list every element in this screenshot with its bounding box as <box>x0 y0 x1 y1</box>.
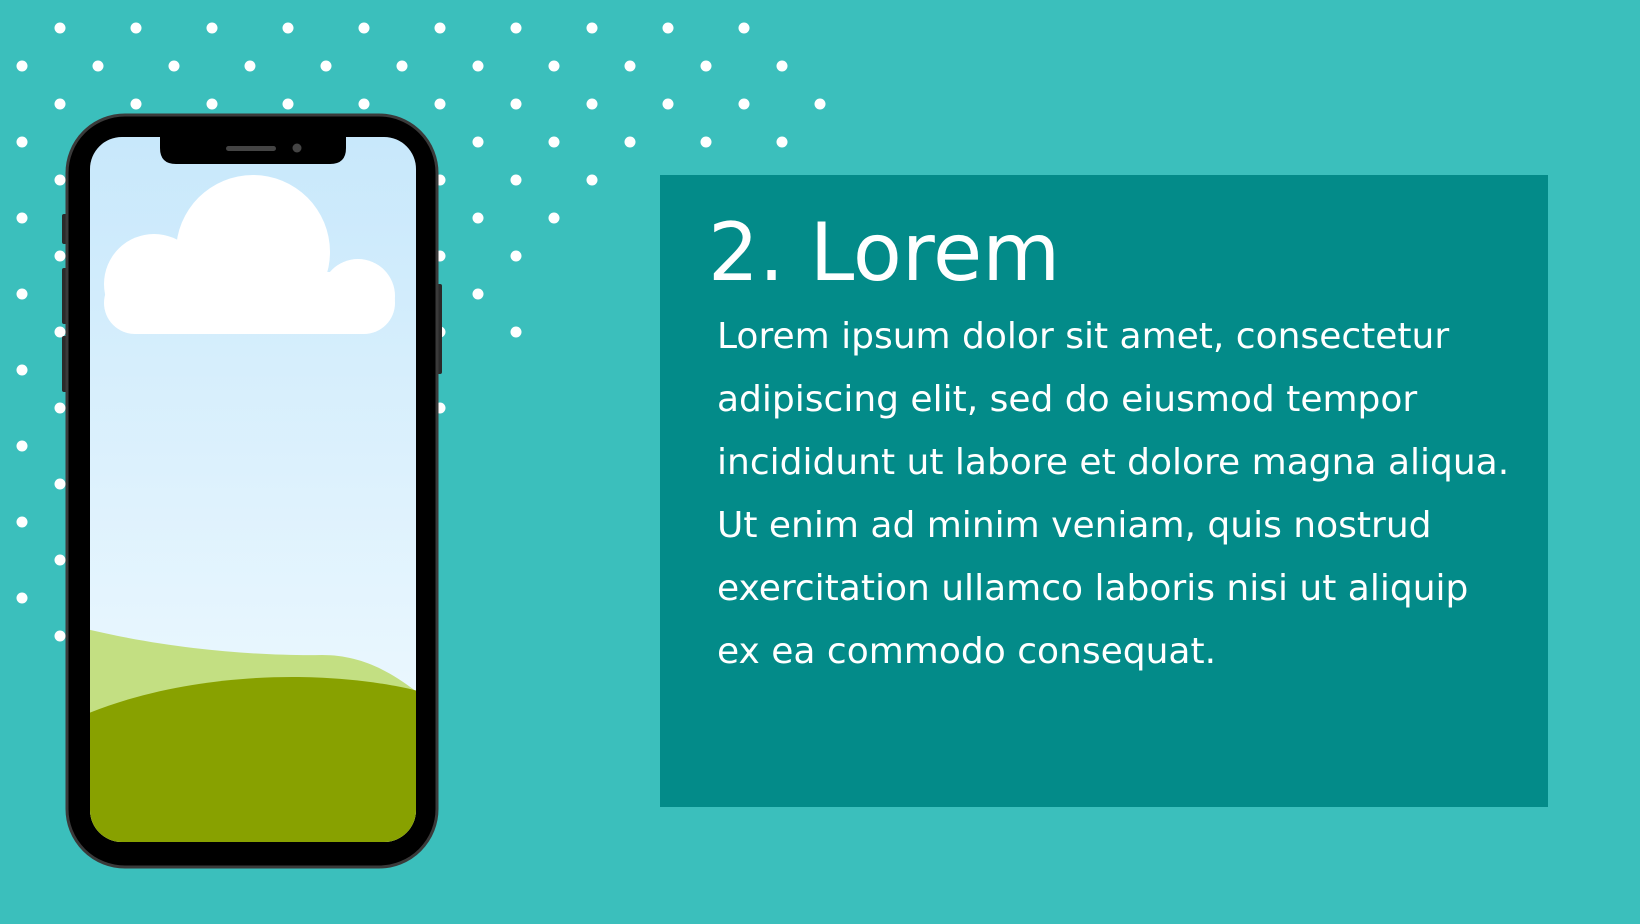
decor-dot <box>16 516 28 528</box>
decor-dot <box>16 440 28 452</box>
decor-dot <box>358 22 370 34</box>
decor-dot <box>472 288 484 300</box>
decor-dot <box>548 136 560 148</box>
decor-dot <box>206 98 218 110</box>
decor-dot <box>168 60 180 72</box>
decor-dot <box>776 60 788 72</box>
decor-dot <box>92 60 104 72</box>
decor-dot <box>586 22 598 34</box>
decor-dot <box>548 60 560 72</box>
decor-dot <box>624 60 636 72</box>
decor-dot <box>624 136 636 148</box>
decor-dot <box>776 136 788 148</box>
decor-dot <box>510 98 522 110</box>
decor-dot <box>16 60 28 72</box>
decor-dot <box>738 98 750 110</box>
decor-dot <box>738 22 750 34</box>
decor-dot <box>320 60 332 72</box>
decor-dot <box>662 22 674 34</box>
decor-dot <box>510 174 522 186</box>
decor-dot <box>396 60 408 72</box>
decor-dot <box>510 250 522 262</box>
decor-dot <box>206 22 218 34</box>
decor-dot <box>434 98 446 110</box>
decor-dot <box>814 98 826 110</box>
decor-dot <box>16 212 28 224</box>
decor-dot <box>472 60 484 72</box>
phone-camera <box>292 143 302 153</box>
decor-dot <box>54 98 66 110</box>
decor-dot <box>282 22 294 34</box>
decor-dot <box>586 98 598 110</box>
decor-dot <box>244 60 256 72</box>
decor-dot <box>586 174 598 186</box>
decor-dot <box>510 22 522 34</box>
decor-dot <box>130 22 142 34</box>
phone-screen <box>90 137 416 842</box>
decor-dot <box>700 60 712 72</box>
decor-dot <box>548 212 560 224</box>
slide-body-text: Lorem ipsum dolor sit amet, consectetur … <box>717 316 1510 672</box>
decor-dot <box>434 22 446 34</box>
decor-dot <box>54 22 66 34</box>
phone-speaker <box>226 146 276 151</box>
decor-dot <box>510 326 522 338</box>
slide: 2. Lorem Lorem ipsum dolor sit amet, con… <box>0 0 1640 924</box>
decor-dot <box>662 98 674 110</box>
decor-dot <box>130 98 142 110</box>
text-card: 2. Lorem Lorem ipsum dolor sit amet, con… <box>660 175 1548 807</box>
decor-dot <box>16 288 28 300</box>
decor-dot <box>16 136 28 148</box>
decor-dot <box>282 98 294 110</box>
decor-dot <box>16 592 28 604</box>
slide-title: 2. Lorem <box>708 206 1061 299</box>
hill-front <box>90 677 416 842</box>
decor-dot <box>16 364 28 376</box>
smartphone-icon <box>62 113 442 869</box>
decor-dot <box>700 136 712 148</box>
decor-dot <box>358 98 370 110</box>
decor-dot <box>472 136 484 148</box>
decor-dot <box>472 212 484 224</box>
